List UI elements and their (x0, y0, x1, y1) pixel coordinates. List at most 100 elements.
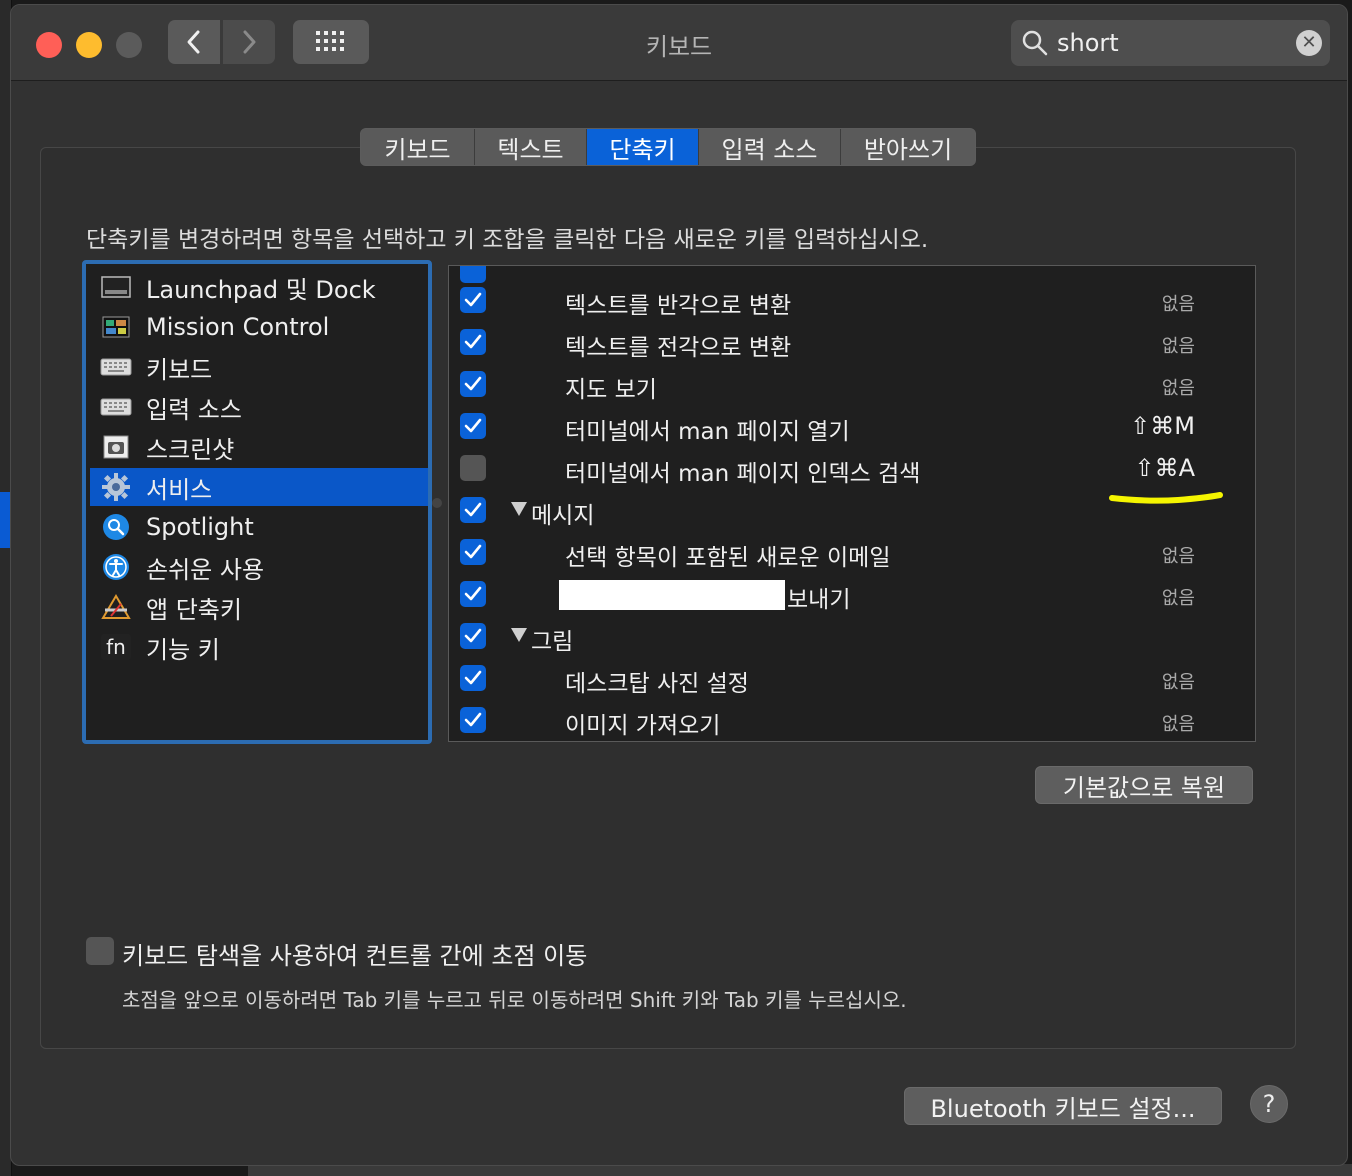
checkbox[interactable] (460, 413, 486, 439)
disclosure-triangle-icon[interactable] (511, 502, 527, 516)
checkmark-icon (464, 670, 482, 685)
bluetooth-keyboard-setup-button[interactable]: Bluetooth 키보드 설정... (904, 1087, 1222, 1125)
sidebar-item-screenshots[interactable]: 스크린샷 (90, 428, 428, 466)
checkbox[interactable] (460, 329, 486, 355)
row-shortcut[interactable]: 없음 (1162, 290, 1195, 316)
checkmark-icon (464, 712, 482, 727)
checkmark-icon (464, 586, 482, 601)
splitter-handle[interactable] (432, 498, 442, 508)
sidebar-item-app-shortcuts[interactable]: 앱 단축키 (90, 588, 428, 626)
shortcut-categories-list[interactable]: Launchpad 및 Dock Mission Control 키보드 입력 … (82, 260, 432, 744)
sidebar-item-launchpad-dock[interactable]: Launchpad 및 Dock (90, 268, 428, 306)
table-row[interactable]: 터미널에서 man 페이지 열기 ⇧⌘M (449, 406, 1255, 448)
row-label: 터미널에서 man 페이지 인덱스 검색 (565, 461, 921, 487)
table-row[interactable]: 텍스트를 반각으로 변환 없음 (449, 280, 1255, 322)
sidebar-item-label: 입력 소스 (146, 395, 242, 424)
row-shortcut[interactable]: 없음 (1162, 542, 1195, 568)
row-label: 터미널에서 man 페이지 열기 (565, 419, 850, 445)
gear-icon (100, 473, 132, 501)
help-button[interactable]: ? (1250, 1085, 1288, 1123)
table-row[interactable]: 데스크탑 사진 설정 없음 (449, 658, 1255, 700)
table-row-group[interactable]: 그림 (449, 616, 1255, 658)
checkmark-icon (464, 544, 482, 559)
checkmark-icon (464, 334, 482, 349)
table-row[interactable]: 터미널에서 man 페이지 인덱스 검색 ⇧⌘A (449, 448, 1255, 490)
instruction-text: 단축키를 변경하려면 항목을 선택하고 키 조합을 클릭한 다음 새로운 키를 … (86, 227, 929, 253)
sidebar-item-mission-control[interactable]: Mission Control (90, 308, 428, 346)
sidebar-item-services[interactable]: 서비스 (90, 468, 428, 506)
redaction-block (559, 580, 785, 610)
keyboard-icon (100, 393, 132, 421)
checkbox[interactable] (460, 371, 486, 397)
sidebar-item-spotlight[interactable]: Spotlight (90, 508, 428, 546)
row-shortcut[interactable]: 없음 (1162, 374, 1195, 400)
sidebar-item-label: Mission Control (146, 313, 330, 341)
row-label: 텍스트를 반각으로 변환 (565, 293, 792, 319)
background-window-selection (0, 492, 10, 548)
checkbox[interactable] (460, 539, 486, 565)
sidebar-item-label: Launchpad 및 Dock (146, 275, 376, 304)
table-row[interactable]: 지도 보기 없음 (449, 364, 1255, 406)
group-label: 그림 (531, 629, 574, 655)
checkbox[interactable] (460, 665, 486, 691)
tab-input-sources[interactable]: 입력 소스 (699, 129, 841, 165)
checkmark-icon (464, 376, 482, 391)
yellow-annotation-underline (1109, 492, 1223, 504)
sidebar-item-label: 스크린샷 (146, 435, 235, 464)
sidebar-item-label: 기능 키 (146, 635, 220, 664)
sidebar-item-accessibility[interactable]: 손쉬운 사용 (90, 548, 428, 586)
checkbox[interactable] (460, 581, 486, 607)
row-shortcut[interactable]: ⇧⌘A (1134, 454, 1195, 482)
screenshot-icon (100, 433, 132, 461)
clear-search-icon[interactable]: ✕ (1296, 30, 1322, 56)
row-label: 이미지 가져오기 (565, 713, 721, 739)
table-row[interactable]: 보내기 없음 (449, 574, 1255, 616)
tab-shortcuts[interactable]: 단축키 (587, 129, 699, 165)
row-shortcut[interactable]: 없음 (1162, 710, 1195, 736)
sidebar-item-keyboard[interactable]: 키보드 (90, 348, 428, 386)
row-shortcut[interactable]: 없음 (1162, 584, 1195, 610)
disclosure-triangle-icon[interactable] (511, 628, 527, 642)
checkmark-icon (464, 502, 482, 517)
search-icon (1022, 30, 1048, 56)
tab-bar: 키보드 텍스트 단축키 입력 소스 받아쓰기 (360, 128, 976, 166)
sidebar-item-label: Spotlight (146, 513, 254, 541)
checkmark-icon (464, 292, 482, 307)
sidebar-item-input-sources[interactable]: 입력 소스 (90, 388, 428, 426)
tab-dictation[interactable]: 받아쓰기 (841, 129, 975, 165)
fn-key-icon: fn (100, 633, 132, 661)
row-label: 지도 보기 (565, 377, 657, 403)
checkbox[interactable] (460, 497, 486, 523)
keyboard-navigation-description: 초점을 앞으로 이동하려면 Tab 키를 누르고 뒤로 이동하려면 Shift … (122, 988, 907, 1012)
app-shortcuts-icon (100, 593, 132, 621)
row-shortcut[interactable]: 없음 (1162, 332, 1195, 358)
checkmark-icon (464, 418, 482, 433)
table-row[interactable]: 이미지 가져오기 없음 (449, 700, 1255, 741)
row-shortcut[interactable]: 없음 (1162, 668, 1195, 694)
row-label: 텍스트를 전각으로 변환 (565, 335, 792, 361)
checkmark-icon (464, 628, 482, 643)
keyboard-navigation-checkbox[interactable] (86, 937, 114, 965)
title-bar: 키보드 short ✕ (11, 5, 1347, 81)
spotlight-icon (100, 513, 132, 541)
sidebar-item-label: 손쉬운 사용 (146, 555, 265, 584)
mission-control-icon (100, 313, 132, 341)
search-field[interactable]: short ✕ (1011, 20, 1330, 66)
checkbox[interactable] (460, 707, 486, 733)
keyboard-navigation-label[interactable]: 키보드 탐색을 사용하여 컨트롤 간에 초점 이동 (122, 936, 587, 971)
table-row[interactable]: 텍스트를 전각으로 변환 없음 (449, 322, 1255, 364)
checkbox[interactable] (460, 455, 486, 481)
sidebar-item-label: 키보드 (146, 355, 213, 384)
tab-text[interactable]: 텍스트 (475, 129, 587, 165)
search-input[interactable]: short (1057, 29, 1119, 57)
tab-keyboard[interactable]: 키보드 (361, 129, 475, 165)
checkbox[interactable] (460, 623, 486, 649)
row-shortcut[interactable]: ⇧⌘M (1130, 412, 1195, 440)
sidebar-item-function-keys[interactable]: fn 기능 키 (90, 628, 428, 666)
fn-key-glyph: fn (101, 634, 131, 660)
keyboard-icon (100, 353, 132, 381)
checkbox[interactable] (460, 287, 486, 313)
table-row[interactable]: 선택 항목이 포함된 새로운 이메일 없음 (449, 532, 1255, 574)
restore-defaults-button[interactable]: 기본값으로 복원 (1035, 766, 1253, 804)
group-label: 메시지 (531, 503, 595, 529)
